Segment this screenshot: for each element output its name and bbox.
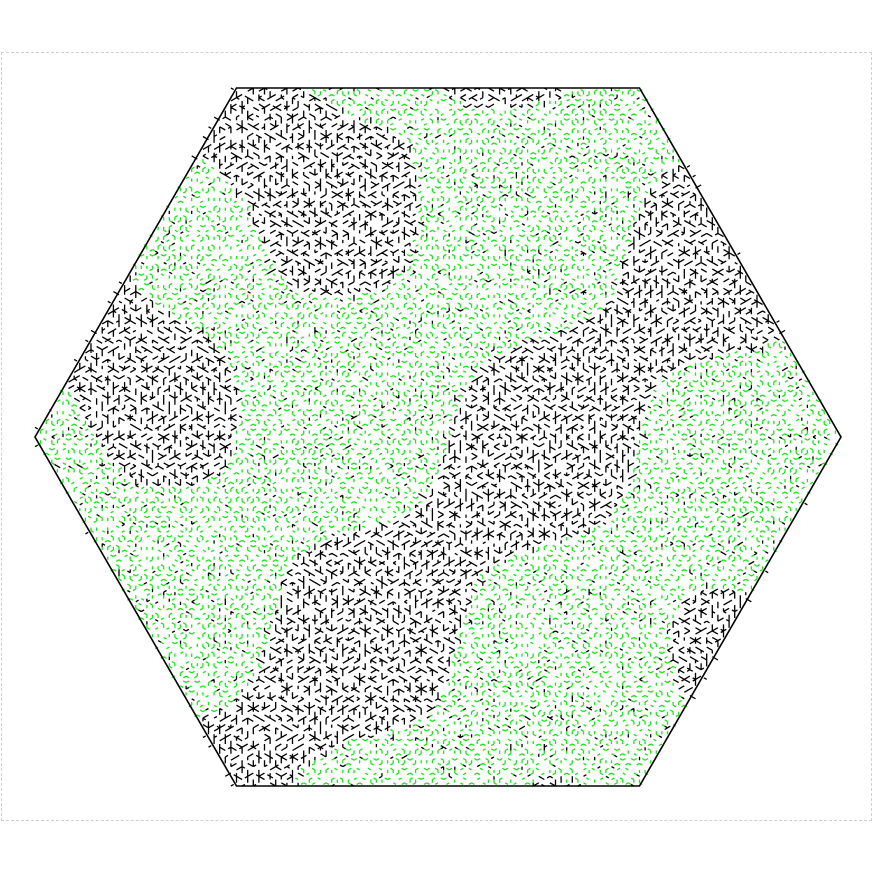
hex-maze: [34, 87, 842, 787]
solution-path-layer: [37, 89, 839, 785]
maze-walls: [34, 87, 828, 787]
maze-walls-layer: [34, 87, 828, 787]
solution-path: [37, 89, 839, 785]
hex-outline: [34, 87, 842, 787]
